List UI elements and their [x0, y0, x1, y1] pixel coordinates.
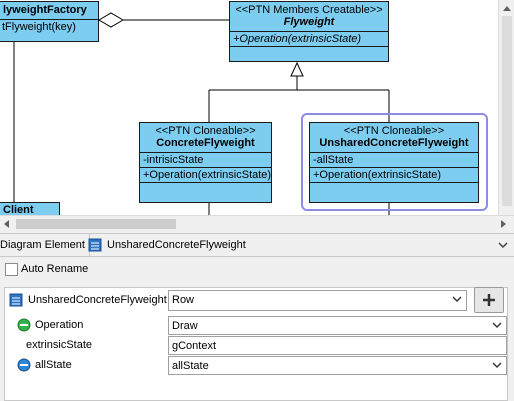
class-attribute: -intrisicState: [140, 153, 271, 168]
dropdown-value: allState: [172, 360, 209, 372]
class-name: lyweightFactory: [3, 4, 87, 16]
row-dropdown[interactable]: Draw: [168, 316, 507, 335]
class-name: Client: [3, 204, 34, 215]
class-concrete-flyweight[interactable]: <<PTN Cloneable>> ConcreteFlyweight -int…: [139, 122, 272, 203]
class-attribute: -allState: [310, 153, 478, 168]
class-flyweight-factory[interactable]: lyweightFactory tFlyweight(key): [0, 1, 99, 42]
class-operation: +Operation(extrinsicState): [310, 168, 478, 183]
operation-icon: [17, 318, 31, 332]
scroll-track[interactable]: [502, 16, 512, 206]
field-value: gContext: [172, 340, 217, 352]
class-stereotype: <<PTN Cloneable>>: [343, 125, 445, 137]
horizontal-scrollbar[interactable]: [0, 215, 514, 232]
auto-rename-label: Auto Rename: [21, 263, 89, 275]
scroll-up-icon[interactable]: [503, 6, 511, 11]
tab-diagram-element[interactable]: Diagram Element: [0, 234, 90, 257]
scroll-thumb[interactable]: [16, 219, 176, 229]
dropdown-value: Row: [172, 294, 195, 306]
row-label: allState: [35, 359, 72, 371]
scroll-right-icon[interactable]: [501, 220, 506, 228]
class-flyweight[interactable]: <<PTN Members Creatable>> Flyweight +Ope…: [229, 1, 389, 62]
vertical-scrollbar[interactable]: [498, 0, 514, 215]
row-label: UnsharedConcreteFlyweight: [28, 294, 167, 306]
properties-panel: Auto Rename UnsharedConcreteFlyweight Ro…: [0, 257, 514, 401]
class-operation: tFlyweight(key): [2, 21, 76, 33]
chevron-down-icon: [492, 322, 502, 328]
property-grid: UnsharedConcreteFlyweight Row Operation …: [4, 287, 508, 401]
class-operation: +Operation(extrinsicState): [140, 168, 271, 183]
diagram-canvas[interactable]: lyweightFactory tFlyweight(key) <<PTN Me…: [0, 0, 498, 215]
scroll-left-icon[interactable]: [4, 220, 9, 228]
row-dropdown[interactable]: Row: [168, 290, 467, 311]
chevron-down-icon: [452, 296, 462, 302]
tab-element-name[interactable]: UnsharedConcreteFlyweight: [107, 239, 246, 251]
generalization-arrowhead: [290, 61, 304, 77]
auto-rename-checkbox[interactable]: [5, 263, 18, 276]
class-name: Flyweight: [283, 16, 335, 28]
aggregation-diamond: [98, 12, 124, 28]
attribute-icon: [17, 358, 31, 372]
class-stereotype: <<PTN Cloneable>>: [155, 125, 256, 137]
extrinsic-state-field[interactable]: gContext: [168, 336, 507, 355]
class-empty-section: [230, 47, 388, 61]
class-operation: +Operation(extrinsicState): [230, 32, 388, 47]
row-dropdown[interactable]: allState: [168, 356, 507, 375]
row-label: Operation: [35, 319, 84, 331]
class-icon: [88, 238, 102, 252]
plus-icon: [483, 294, 495, 306]
tab-label: Diagram Element: [0, 239, 85, 251]
row-label: extrinsicState: [26, 339, 93, 351]
chevron-down-icon: [492, 362, 502, 368]
dropdown-value: Draw: [172, 320, 198, 332]
class-unshared-concrete-flyweight[interactable]: <<PTN Cloneable>> UnsharedConcreteFlywei…: [309, 122, 479, 203]
add-button[interactable]: [474, 287, 504, 313]
chevron-down-icon[interactable]: [497, 239, 509, 251]
class-icon: [9, 293, 23, 307]
class-name: UnsharedConcreteFlyweight: [319, 137, 469, 149]
property-tabbar: Diagram Element UnsharedConcreteFlyweigh…: [0, 233, 514, 257]
class-name: ConcreteFlyweight: [156, 137, 255, 149]
class-stereotype: <<PTN Members Creatable>>: [235, 4, 383, 16]
class-client[interactable]: Client: [0, 202, 60, 215]
